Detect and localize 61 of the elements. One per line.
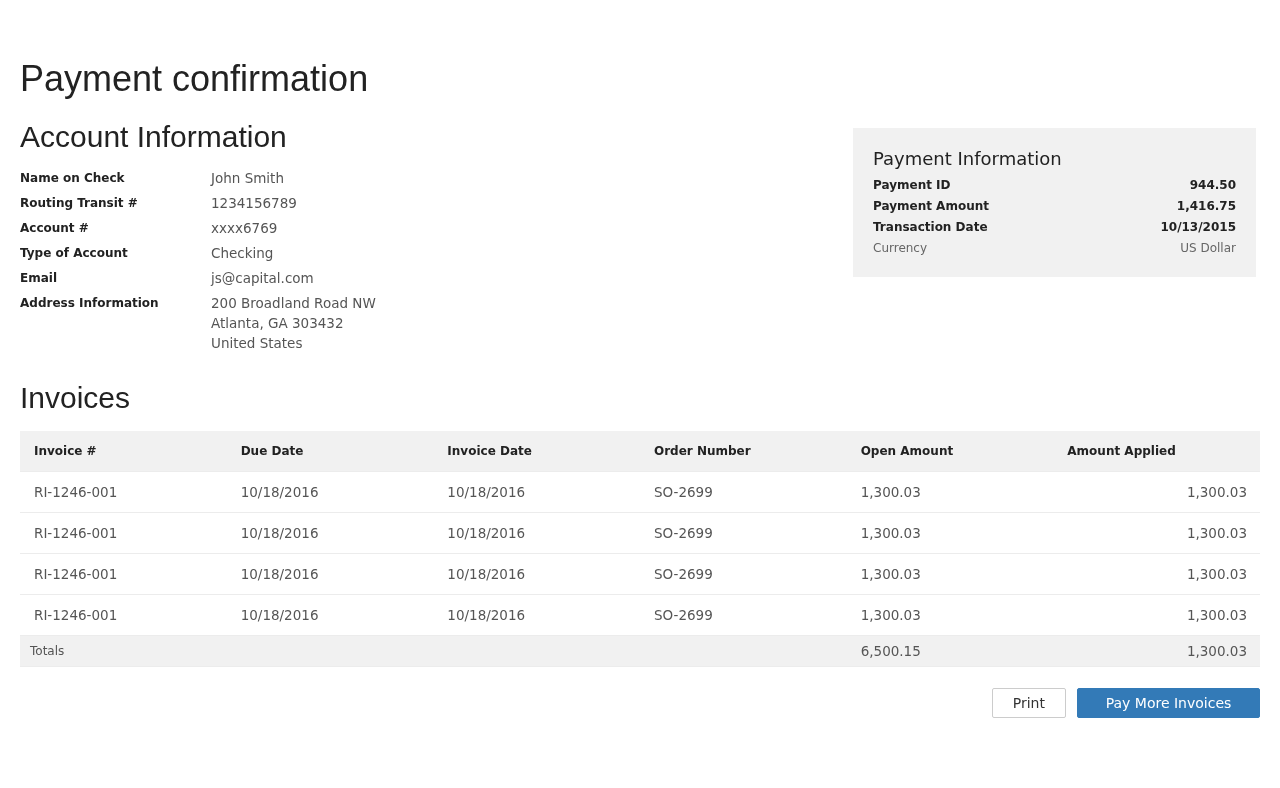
- table-cell-text: 1,300.03: [859, 484, 922, 500]
- table-cell-text: RI-1246-001: [33, 607, 119, 623]
- column-header: Invoice Date: [446, 444, 533, 458]
- payment-label: Currency: [873, 240, 928, 257]
- field-value: Checking: [211, 244, 275, 263]
- table-cell-text: RI-1246-001: [33, 484, 119, 500]
- payment-label: Payment ID: [873, 177, 951, 194]
- column-header: Order Number: [653, 444, 752, 458]
- field-label: Type of Account: [20, 245, 129, 262]
- table-cell-text: SO-2699: [653, 566, 714, 582]
- print-button[interactable]: Print: [991, 688, 1066, 718]
- field-label: Email: [20, 270, 59, 287]
- field-value: js@capital.com: [211, 269, 315, 288]
- field-value: xxxx6769: [211, 219, 279, 238]
- payment-value: US Dollar: [1180, 240, 1236, 257]
- payment-label: Transaction Date: [873, 219, 988, 236]
- table-cell-text: SO-2699: [653, 525, 714, 541]
- table-cell-text: 1,300.03: [1185, 643, 1248, 659]
- table-cell-text: SO-2699: [653, 484, 714, 500]
- table-cell-text: SO-2699: [653, 607, 714, 623]
- pay-more-invoices-button[interactable]: Pay More Invoices: [1077, 688, 1260, 718]
- column-header: Open Amount: [859, 444, 955, 458]
- table-cell-text: 6,500.15: [859, 643, 922, 659]
- table-cell-text: 10/18/2016: [446, 525, 527, 541]
- table-cell-text: 10/18/2016: [446, 484, 527, 500]
- totals-label: Totals: [29, 644, 66, 658]
- table-cell-text: 10/18/2016: [239, 607, 320, 623]
- field-value: United States: [211, 334, 304, 353]
- section-heading: Invoices: [20, 381, 132, 415]
- table-cell-text: 1,300.03: [1185, 484, 1248, 500]
- table-cell-text: 1,300.03: [1185, 607, 1248, 623]
- table-cell-text: 10/18/2016: [239, 525, 320, 541]
- payment-label: Payment Amount: [873, 198, 989, 215]
- table-cell-text: 1,300.03: [859, 566, 922, 582]
- table-cell-text: 10/18/2016: [446, 566, 527, 582]
- table-cell-text: 10/18/2016: [446, 607, 527, 623]
- payment-value: 944.50: [1189, 177, 1236, 194]
- field-value: John Smith: [211, 169, 285, 188]
- page-title: Payment confirmation: [20, 58, 370, 100]
- payment-value: 10/13/2015: [1160, 219, 1236, 236]
- field-label: Name on Check: [20, 170, 126, 187]
- column-header: Invoice #: [33, 444, 98, 458]
- field-label: Address Information: [20, 295, 160, 312]
- column-header: Due Date: [239, 444, 305, 458]
- table-cell-text: 10/18/2016: [239, 566, 320, 582]
- field-label: Account #: [20, 220, 90, 237]
- field-value: 1234156789: [211, 194, 298, 213]
- field-value: 200 Broadland Road NW: [211, 294, 376, 313]
- table-cell-text: RI-1246-001: [33, 566, 119, 582]
- table-cell-text: 1,300.03: [859, 607, 922, 623]
- panel-heading: Payment Information: [873, 148, 1063, 169]
- payment-value: 1,416.75: [1176, 198, 1236, 215]
- section-heading: Account Information: [20, 120, 288, 154]
- table-cell-text: 1,300.03: [1185, 566, 1248, 582]
- field-value: Atlanta, GA 303432: [211, 314, 345, 333]
- table-cell-text: 1,300.03: [859, 525, 922, 541]
- table-cell-text: 1,300.03: [1185, 525, 1248, 541]
- field-label: Routing Transit #: [20, 195, 139, 212]
- table-cell-text: RI-1246-001: [33, 525, 119, 541]
- column-header: Amount Applied: [1066, 444, 1177, 458]
- table-cell-text: 10/18/2016: [239, 484, 320, 500]
